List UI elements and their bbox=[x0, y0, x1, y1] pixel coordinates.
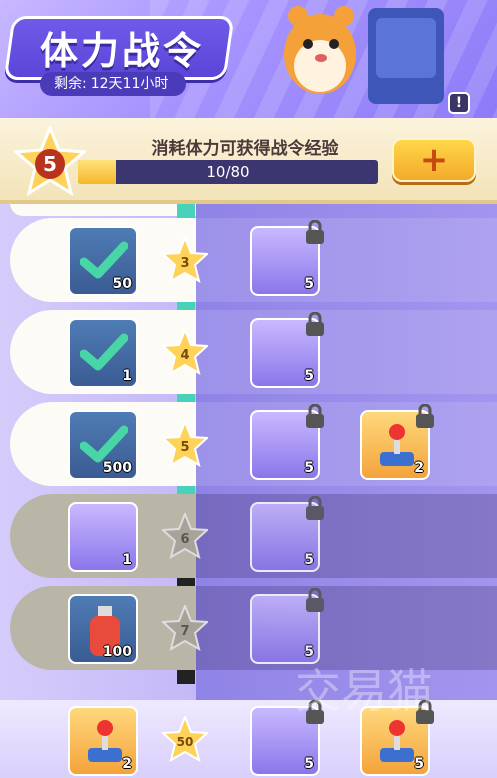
buy-xp-button[interactable]: + bbox=[392, 138, 476, 182]
row-level: 5 bbox=[180, 440, 189, 455]
reward-row-locked: 1 6 5 bbox=[0, 494, 497, 578]
reward-quantity: 2 bbox=[122, 756, 132, 772]
row-left-bg bbox=[10, 204, 196, 216]
free-reward-bottle[interactable]: 100 bbox=[68, 594, 138, 664]
row-level: 4 bbox=[180, 348, 189, 363]
premium-row-bg bbox=[196, 402, 497, 486]
page-title: 体力战令 bbox=[40, 29, 205, 73]
reward-quantity: 5 bbox=[304, 276, 314, 292]
claimed-check-icon bbox=[80, 425, 128, 463]
reward-quantity: 2 bbox=[414, 460, 424, 476]
level-star-icon: 5 bbox=[14, 126, 86, 196]
row-level: 7 bbox=[180, 624, 189, 639]
lock-icon bbox=[306, 404, 324, 428]
timer-label: 剩余: bbox=[54, 76, 87, 92]
claimed-check-icon bbox=[80, 241, 128, 279]
premium-reward-card[interactable]: 5 bbox=[250, 404, 324, 480]
reward-quantity: 5 bbox=[304, 368, 314, 384]
premium-row-bg bbox=[196, 494, 497, 578]
hamster-mascot-icon bbox=[284, 6, 444, 104]
reward-row: 1 4 5 bbox=[0, 310, 497, 394]
lock-icon bbox=[306, 312, 324, 336]
info-icon[interactable]: ! bbox=[448, 92, 470, 114]
lock-icon bbox=[306, 588, 324, 612]
plus-label: + bbox=[419, 140, 449, 180]
reward-row: 500 5 5 2 bbox=[0, 402, 497, 486]
reward-quantity: 500 bbox=[102, 460, 132, 476]
xp-progress-text: 10/80 bbox=[206, 163, 250, 181]
premium-reward-card[interactable]: 5 bbox=[250, 220, 324, 296]
reward-quantity: 50 bbox=[112, 276, 132, 292]
reward-row: 50 3 5 bbox=[0, 218, 497, 302]
free-reward-bottle[interactable]: 50 bbox=[68, 226, 138, 296]
reward-quantity: 1 bbox=[122, 368, 132, 384]
row-level: 6 bbox=[180, 532, 189, 547]
row-level: 50 bbox=[177, 735, 194, 749]
timer-value: 12天11小时 bbox=[90, 76, 169, 92]
level-star-icon: 4 bbox=[162, 329, 208, 375]
premium-reward-card[interactable]: 5 bbox=[250, 312, 324, 388]
lock-icon bbox=[416, 404, 434, 428]
free-reward-coin[interactable]: 500 bbox=[68, 410, 138, 480]
claimed-check-icon bbox=[80, 333, 128, 371]
premium-reward-card[interactable]: 5 bbox=[250, 588, 324, 664]
watermark-text: 交易猫 bbox=[295, 664, 433, 718]
level-star-icon: 5 bbox=[162, 421, 208, 467]
free-reward-chest[interactable]: 1 bbox=[68, 502, 138, 572]
reward-quantity: 5 bbox=[304, 756, 314, 772]
reward-quantity: 1 bbox=[122, 552, 132, 568]
xp-progress-bar: 10/80 bbox=[78, 160, 378, 184]
lock-icon bbox=[306, 220, 324, 244]
premium-row-bg bbox=[196, 218, 497, 302]
reward-quantity: 100 bbox=[102, 644, 132, 660]
reward-quantity: 5 bbox=[414, 756, 424, 772]
reward-quantity: 5 bbox=[304, 552, 314, 568]
reward-quantity: 5 bbox=[304, 460, 314, 476]
premium-reward-card[interactable]: 5 bbox=[250, 496, 324, 572]
level-number: 5 bbox=[43, 152, 57, 176]
xp-panel: 5 消耗体力可获得战令经验 10/80 + bbox=[0, 118, 497, 204]
xp-caption: 消耗体力可获得战令经验 bbox=[151, 139, 339, 159]
lock-icon bbox=[306, 496, 324, 520]
header: 体力战令 剩余: 12天11小时 ! bbox=[0, 0, 497, 120]
watermark-icon: 交易猫 bbox=[295, 664, 433, 718]
premium-row-bg bbox=[196, 310, 497, 394]
level-star-icon: 6 bbox=[162, 513, 208, 559]
timer-pill: 剩余: 12天11小时 bbox=[40, 72, 187, 96]
level-star-icon: 3 bbox=[162, 237, 208, 283]
level-star-icon: 7 bbox=[162, 605, 208, 651]
milestone-free-reward[interactable]: 2 bbox=[68, 706, 138, 776]
premium-reward-joystick[interactable]: 2 bbox=[360, 404, 434, 480]
free-reward-chest[interactable]: 1 bbox=[68, 318, 138, 388]
row-level: 3 bbox=[180, 256, 189, 271]
